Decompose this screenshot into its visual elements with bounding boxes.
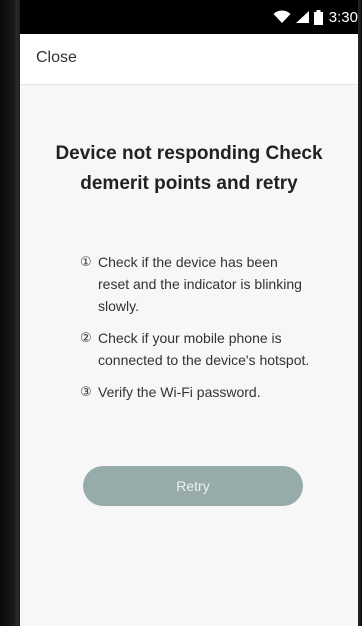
toolbar: Close	[20, 34, 358, 85]
status-time: 3:30	[328, 8, 358, 26]
list-item: ① Check if the device has been reset and…	[80, 251, 312, 317]
phone-bezel-left	[0, 0, 20, 626]
status-icons: 3:30	[273, 0, 358, 34]
step-text: Check if the device has been reset and t…	[98, 254, 302, 314]
step-number: ③	[80, 384, 92, 399]
signal-icon	[295, 10, 310, 24]
step-text: Check if your mobile phone is connected …	[98, 330, 310, 368]
status-bar: 3:30	[20, 0, 358, 34]
page-title: Device not responding Check demerit poin…	[55, 143, 323, 194]
list-item: ② Check if your mobile phone is connecte…	[80, 327, 312, 371]
step-number: ②	[80, 330, 92, 345]
close-button[interactable]: Close	[36, 49, 77, 67]
list-item: ③ Verify the Wi-Fi password.	[80, 381, 312, 403]
retry-button[interactable]: Retry	[83, 466, 303, 506]
app-screen: 3:30 Close Device not responding Check d…	[20, 0, 358, 626]
step-number: ①	[80, 254, 92, 269]
phone-bezel-right	[358, 0, 362, 626]
troubleshooting-steps: ① Check if the device has been reset and…	[80, 251, 312, 413]
wifi-icon	[273, 10, 291, 24]
step-text: Verify the Wi-Fi password.	[98, 384, 261, 400]
battery-icon	[313, 9, 323, 25]
phone-frame: 3:30 Close Device not responding Check d…	[0, 0, 362, 626]
